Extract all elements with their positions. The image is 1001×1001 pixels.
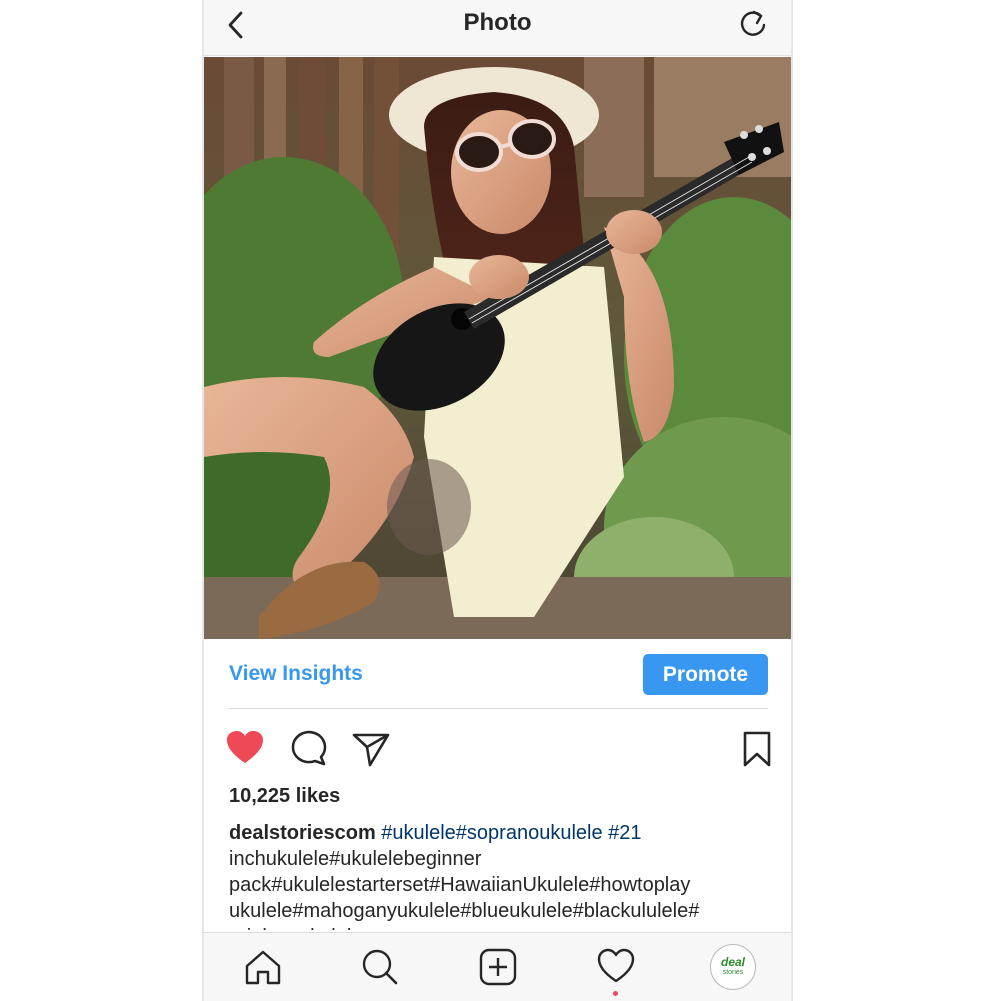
search-icon[interactable]: [358, 945, 402, 989]
caption-line: rainbowukulele: [229, 926, 362, 930]
avatar-subtext: stories: [722, 969, 744, 976]
bookmark-icon[interactable]: [736, 727, 778, 769]
notification-dot: [613, 991, 618, 996]
caption-username[interactable]: dealstoriescom: [229, 822, 376, 844]
comment-icon[interactable]: [288, 727, 330, 769]
bottom-nav: deal stories: [204, 932, 791, 1001]
page-title: Photo: [463, 9, 532, 36]
phone-right-edge: [791, 0, 793, 1001]
new-post-icon[interactable]: [476, 945, 520, 989]
send-icon[interactable]: [350, 727, 392, 769]
caption-hashtags[interactable]: #ukulele#sopranoukulele #21: [381, 822, 641, 844]
insights-row: View Insights Promote: [204, 640, 791, 708]
post-actions: [204, 722, 791, 772]
fretting-hand: [606, 210, 662, 254]
refresh-icon[interactable]: [736, 6, 770, 42]
profile-avatar[interactable]: deal stories: [710, 944, 756, 990]
caption-line: ukulele#mahoganyukulele#blueukulele#blac…: [229, 900, 700, 922]
tattoo: [387, 459, 471, 555]
post-caption: dealstoriescom #ukulele#sopranoukulele #…: [229, 820, 774, 930]
avatar-text: deal: [720, 955, 745, 969]
divider: [229, 708, 768, 709]
phone-screen: Photo View Insights Promote 10,225 likes…: [204, 0, 791, 1001]
caption-line: inchukulele#ukulelebeginner: [229, 848, 482, 870]
caption-line: pack#ukulelestarterset#HawaiianUkulele#h…: [229, 874, 691, 896]
post-photo[interactable]: [204, 57, 791, 639]
view-insights-link[interactable]: View Insights: [229, 662, 363, 686]
top-bar: Photo: [204, 0, 791, 56]
activity-heart-icon[interactable]: [594, 945, 638, 989]
like-count[interactable]: 10,225 likes: [229, 785, 340, 808]
strumming-hand: [469, 255, 529, 299]
promote-button[interactable]: Promote: [643, 654, 768, 695]
home-icon[interactable]: [241, 945, 285, 989]
heart-filled-icon[interactable]: [224, 727, 266, 769]
